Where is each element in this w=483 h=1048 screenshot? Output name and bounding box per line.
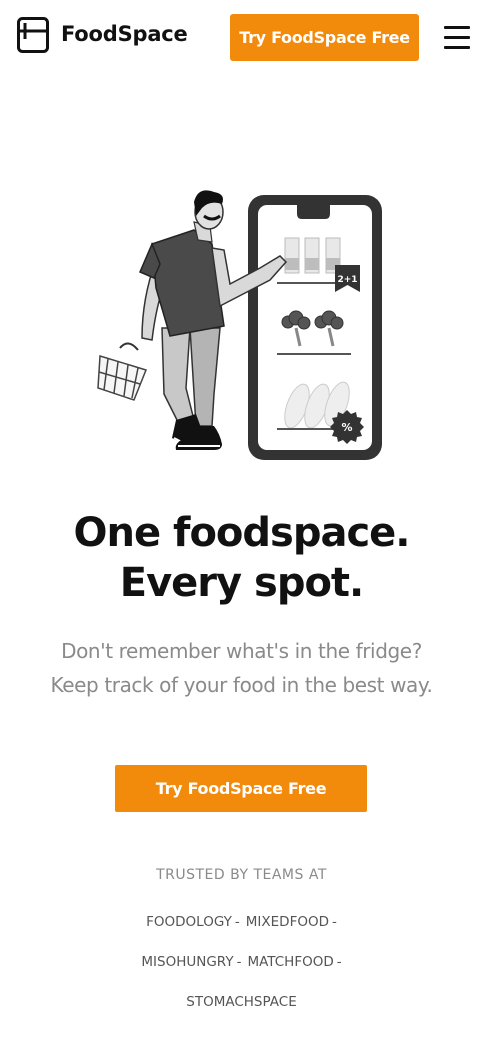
trusted-brand-separator: - bbox=[331, 914, 337, 930]
hero-title-line-2: Every spot. bbox=[119, 560, 364, 606]
landing-page: FoodSpace Try FoodSpace Free 2+1 % One f… bbox=[0, 0, 483, 1048]
fridge-icon[interactable] bbox=[17, 17, 49, 53]
trusted-brand-item: STOMACHSPACE bbox=[186, 982, 296, 1022]
hamburger-menu-icon[interactable] bbox=[444, 26, 470, 49]
site-header: FoodSpace Try FoodSpace Free bbox=[0, 0, 483, 76]
trusted-brand-name: MISOHUNGRY bbox=[141, 954, 234, 970]
hero-subtitle: Don't remember what's in the fridge? Kee… bbox=[50, 639, 433, 697]
header-try-free-button[interactable]: Try FoodSpace Free bbox=[230, 14, 419, 61]
hero-try-free-button[interactable]: Try FoodSpace Free bbox=[115, 765, 367, 812]
trusted-brand-item: MISOHUNGRY - bbox=[141, 942, 241, 982]
shopper-with-phone-illustration: 2+1 % bbox=[97, 190, 382, 460]
trusted-brand-name: FOODOLOGY bbox=[146, 914, 232, 930]
hero-title-line-1: One foodspace. bbox=[73, 510, 411, 556]
trusted-brand-item: MIXEDFOOD - bbox=[246, 902, 337, 942]
phone-illustration: 2+1 % bbox=[248, 195, 382, 460]
trusted-brand-name: STOMACHSPACE bbox=[186, 994, 297, 1010]
trusted-brand-name: MATCHFOOD bbox=[247, 954, 334, 970]
svg-text:%: % bbox=[341, 421, 352, 434]
trusted-brand-separator: - bbox=[234, 914, 240, 930]
trusted-brand-item: FOODOLOGY - bbox=[146, 902, 240, 942]
trusted-by-heading: TRUSTED BY TEAMS AT bbox=[156, 867, 327, 883]
brand-name[interactable]: FoodSpace bbox=[61, 22, 188, 46]
deal-badge-text: 2+1 bbox=[337, 275, 357, 285]
trusted-brand-list: FOODOLOGY - MIXEDFOOD -MISOHUNGRY - MATCHFOOD… bbox=[110, 902, 373, 1022]
trusted-brand-name: MIXEDFOOD bbox=[245, 914, 329, 930]
hero-title: One foodspace. Every spot. bbox=[0, 508, 483, 608]
trusted-brand-separator: - bbox=[336, 954, 342, 970]
trusted-brand-item: MATCHFOOD - bbox=[247, 942, 341, 982]
trusted-brand-separator: - bbox=[236, 954, 242, 970]
